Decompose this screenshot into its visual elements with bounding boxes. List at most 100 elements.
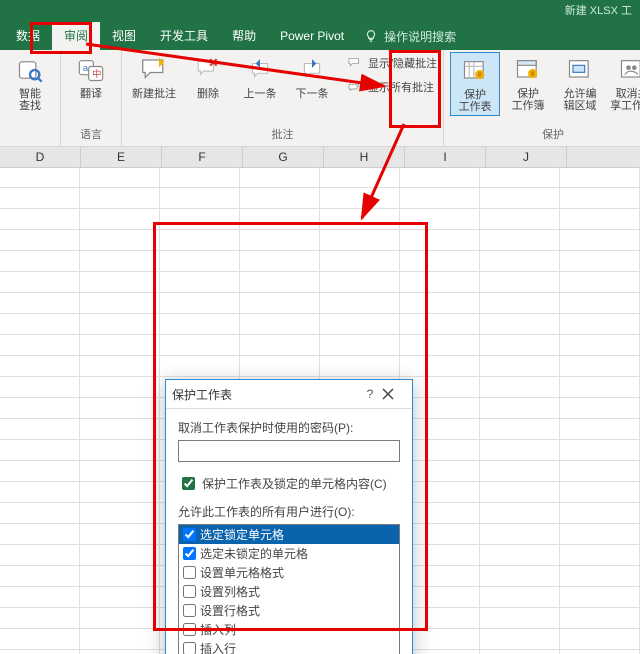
allow-edit-ranges-icon <box>564 54 596 86</box>
grid-row[interactable] <box>0 251 640 272</box>
column-header[interactable]: J <box>486 147 567 167</box>
new-comment-icon <box>138 54 170 86</box>
grid-row[interactable] <box>0 335 640 356</box>
grid-row[interactable] <box>0 272 640 293</box>
next-comment-button[interactable]: 下一条 <box>288 52 336 102</box>
permission-checkbox[interactable] <box>183 547 196 560</box>
delete-comment-button[interactable]: 删除 <box>184 52 232 102</box>
dialog-help-button[interactable]: ? <box>358 387 382 401</box>
protect-contents-checkbox-input[interactable] <box>182 477 195 490</box>
group-comments: 新建批注 删除 上一条 下一条 显示/隐藏批注 <box>122 50 444 146</box>
group-comments-label: 批注 <box>128 124 437 146</box>
password-label: 取消工作表保护时使用的密码(P): <box>178 419 400 436</box>
prev-comment-button[interactable]: 上一条 <box>236 52 284 102</box>
grid-row[interactable] <box>0 356 640 377</box>
permission-label: 插入列 <box>200 621 236 638</box>
allow-edit-ranges-button[interactable]: 允许编 辑区域 <box>556 52 604 114</box>
show-all-comments-label: 显示所有批注 <box>368 79 434 95</box>
show-all-comments-icon <box>346 78 364 96</box>
group-protect-label: 保护 <box>450 124 640 146</box>
permission-checkbox[interactable] <box>183 623 196 636</box>
ribbon-tabs: 数据 审阅 视图 开发工具 帮助 Power Pivot 操作说明搜索 <box>0 22 640 50</box>
permission-item[interactable]: 选定未锁定的单元格 <box>179 544 399 563</box>
column-header[interactable]: D <box>0 147 81 167</box>
next-comment-icon <box>296 54 328 86</box>
grid-row[interactable] <box>0 293 640 314</box>
permission-checkbox[interactable] <box>183 566 196 579</box>
column-headers: DEFGHIJ <box>0 147 640 168</box>
group-accessibility-label <box>6 140 54 146</box>
permission-label: 插入行 <box>200 640 236 654</box>
password-input[interactable] <box>178 440 400 462</box>
permission-label: 选定未锁定的单元格 <box>200 545 308 562</box>
permission-item[interactable]: 插入列 <box>179 620 399 639</box>
permission-item[interactable]: 设置列格式 <box>179 582 399 601</box>
permission-label: 设置单元格格式 <box>200 564 284 581</box>
permission-item[interactable]: 选定锁定单元格 <box>179 525 399 544</box>
permissions-label: 允许此工作表的所有用户进行(O): <box>178 503 400 520</box>
unshare-workbook-button[interactable]: 取消共 享工作簿 <box>608 52 640 114</box>
protect-sheet-button[interactable]: 保护 工作表 <box>450 52 500 116</box>
dialog-title: 保护工作表 <box>172 386 358 403</box>
grid-row[interactable] <box>0 188 640 209</box>
show-all-comments-button[interactable]: 显示所有批注 <box>346 76 437 98</box>
bulb-icon <box>364 29 378 43</box>
show-hide-comment-button[interactable]: 显示/隐藏批注 <box>346 52 437 74</box>
tab-help[interactable]: 帮助 <box>220 22 268 50</box>
tab-data[interactable]: 数据 <box>4 22 52 50</box>
column-header[interactable]: F <box>162 147 243 167</box>
tab-dev[interactable]: 开发工具 <box>148 22 220 50</box>
svg-text:中: 中 <box>92 68 101 79</box>
allow-edit-ranges-label: 允许编 辑区域 <box>564 88 597 112</box>
grid-row[interactable] <box>0 167 640 188</box>
worksheet-grid[interactable]: DEFGHIJ 保护工作表 ? 取消工作表保护时使用的密码(P): 保护工作表及… <box>0 147 640 654</box>
group-language-label: 语言 <box>67 124 115 146</box>
smart-lookup-label: 智能 查找 <box>19 88 41 112</box>
column-header[interactable]: G <box>243 147 324 167</box>
permission-checkbox[interactable] <box>183 604 196 617</box>
permission-label: 设置行格式 <box>200 602 260 619</box>
permission-label: 设置列格式 <box>200 583 260 600</box>
unshare-workbook-icon <box>616 54 640 86</box>
protect-workbook-icon <box>512 54 544 86</box>
new-comment-button[interactable]: 新建批注 <box>128 52 180 102</box>
prev-comment-icon <box>244 54 276 86</box>
tab-review[interactable]: 审阅 <box>52 22 100 50</box>
column-header[interactable]: H <box>324 147 405 167</box>
permission-checkbox[interactable] <box>183 528 196 541</box>
permission-item[interactable]: 插入行 <box>179 639 399 654</box>
protect-contents-checkbox-label: 保护工作表及锁定的单元格内容(C) <box>202 475 387 492</box>
close-icon <box>382 388 394 400</box>
grid-row[interactable] <box>0 209 640 230</box>
new-comment-label: 新建批注 <box>132 88 176 100</box>
translate-label: 翻译 <box>80 88 102 100</box>
tab-view[interactable]: 视图 <box>100 22 148 50</box>
permission-item[interactable]: 设置单元格格式 <box>179 563 399 582</box>
translate-icon: a中 <box>75 54 107 86</box>
protect-sheet-label: 保护 工作表 <box>459 89 492 113</box>
dialog-close-button[interactable] <box>382 388 406 400</box>
grid-row[interactable] <box>0 230 640 251</box>
protect-workbook-button[interactable]: 保护 工作簿 <box>504 52 552 114</box>
ribbon: 智能 查找 a中 翻译 语言 新建批注 删除 上一条 <box>0 50 640 147</box>
delete-comment-icon <box>192 54 224 86</box>
smart-lookup-button[interactable]: 智能 查找 <box>6 52 54 114</box>
prev-comment-label: 上一条 <box>244 88 277 100</box>
protect-sheet-dialog: 保护工作表 ? 取消工作表保护时使用的密码(P): 保护工作表及锁定的单元格内容… <box>165 379 413 654</box>
permission-checkbox[interactable] <box>183 585 196 598</box>
translate-button[interactable]: a中 翻译 <box>67 52 115 102</box>
permission-item[interactable]: 设置行格式 <box>179 601 399 620</box>
grid-row[interactable] <box>0 314 640 335</box>
tell-me[interactable]: 操作说明搜索 <box>364 28 456 45</box>
tab-powerpivot[interactable]: Power Pivot <box>268 22 356 50</box>
title-bar: 新建 XLSX 工 <box>0 0 640 22</box>
workbook-name: 新建 XLSX 工 <box>565 5 632 17</box>
show-hide-comment-label: 显示/隐藏批注 <box>368 55 437 71</box>
group-accessibility: 智能 查找 <box>0 50 61 146</box>
permissions-list[interactable]: 选定锁定单元格选定未锁定的单元格设置单元格格式设置列格式设置行格式插入列插入行插… <box>178 524 400 654</box>
column-header[interactable]: I <box>405 147 486 167</box>
column-header[interactable]: E <box>81 147 162 167</box>
protect-contents-checkbox[interactable]: 保护工作表及锁定的单元格内容(C) <box>178 474 400 493</box>
group-protect: 保护 工作表 保护 工作簿 允许编 辑区域 取消共 享工作簿 保护 <box>444 50 640 146</box>
permission-checkbox[interactable] <box>183 642 196 654</box>
